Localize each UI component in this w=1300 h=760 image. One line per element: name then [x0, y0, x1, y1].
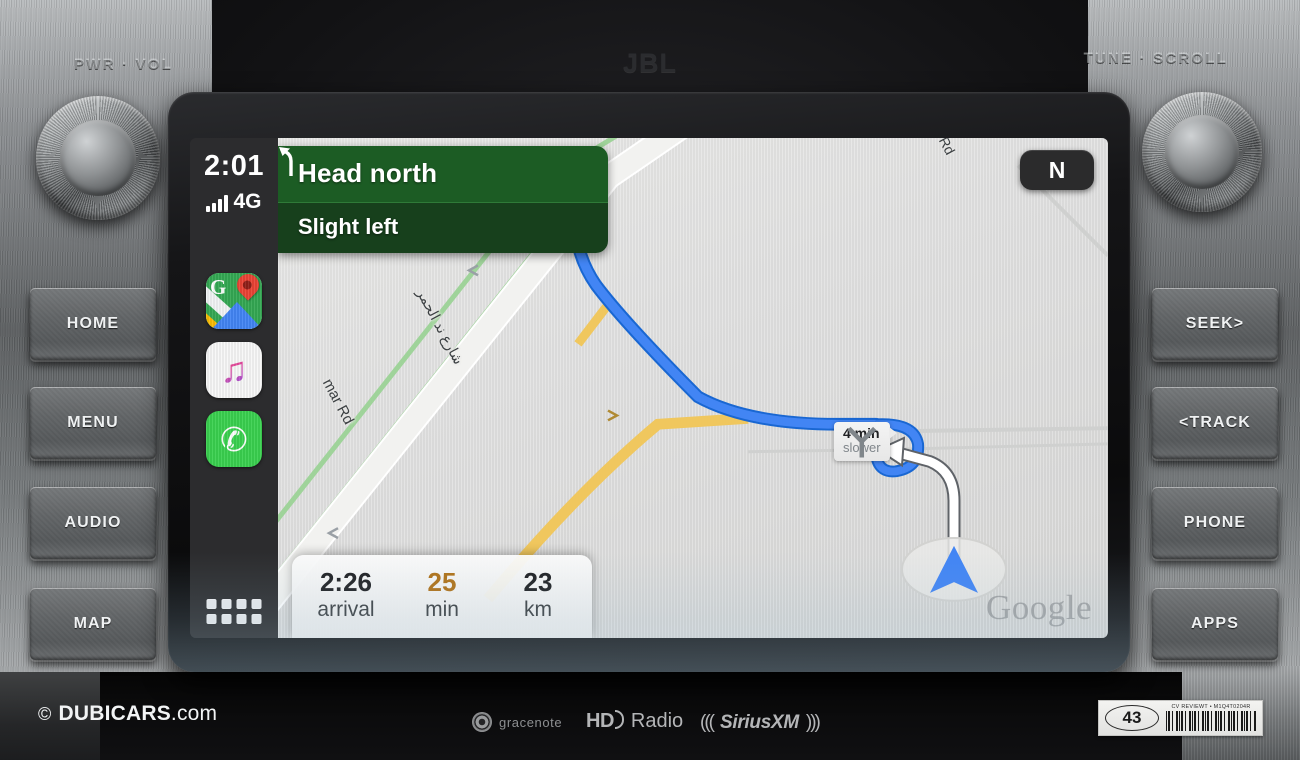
audio-button[interactable]: AUDIO	[30, 487, 156, 559]
dashboard: JBL PWR · VOL TUNE · SCROLL HOME MENU AU…	[0, 0, 1300, 760]
siriusxm-logo: ((( SiriusXM )))	[700, 712, 821, 734]
apple-music-icon[interactable]: ♫	[206, 342, 262, 398]
status-clock: 2:01	[203, 150, 265, 182]
hd-radio-label: Radio	[630, 710, 684, 732]
banner-primary-instruction: Head north	[278, 146, 608, 203]
signal-strength-icon	[206, 195, 229, 212]
eta-distance-cell: 23 km	[490, 566, 586, 622]
eta-arrival-value: 2:26	[319, 566, 373, 597]
sticker-number: 43	[1105, 705, 1159, 731]
network-type-label: 4G	[233, 190, 262, 213]
watermark-tld: .com	[170, 702, 218, 725]
map-button-label: MAP	[73, 615, 113, 632]
eta-distance-value: 23	[523, 566, 553, 597]
siriusxm-label: SiriusXM	[719, 712, 799, 733]
app-grid-button[interactable]	[206, 599, 262, 624]
track-button[interactable]: <TRACK	[1152, 387, 1278, 459]
seek-button[interactable]: SEEK>	[1152, 288, 1278, 360]
gracenote-disc-icon	[472, 712, 492, 732]
carplay-dock: 2:01 4G G ♫ ✆	[190, 138, 278, 638]
phone-button[interactable]: PHONE	[1152, 487, 1278, 559]
gracenote-label: gracenote	[499, 714, 563, 730]
google-maps-icon[interactable]: G	[206, 273, 262, 329]
sticker-barcode	[1166, 711, 1256, 732]
tune-scroll-knob[interactable]	[1142, 92, 1262, 212]
siriusxm-left-waves: (((	[700, 712, 715, 733]
status-bar: 2:01 4G	[190, 138, 278, 212]
track-button-label: <TRACK	[1179, 414, 1251, 431]
maps-pin-marker	[232, 273, 262, 301]
google-attribution: Google	[985, 588, 1092, 627]
dock-app-list: G ♫ ✆	[190, 273, 278, 467]
home-button[interactable]: HOME	[30, 288, 156, 360]
power-volume-knob[interactable]	[36, 96, 160, 220]
maps-yellow-road	[206, 305, 260, 329]
menu-button[interactable]: MENU	[30, 387, 156, 459]
apps-button[interactable]: APPS	[1152, 588, 1278, 660]
eta-arrival-cell: 2:26 arrival	[298, 566, 394, 622]
music-note-glyph: ♫	[220, 349, 248, 390]
handset-glyph: ✆	[220, 420, 248, 458]
eta-duration-cell: 25 min	[394, 566, 490, 622]
alt-route-slower-tag[interactable]: 4 min slower	[834, 422, 897, 461]
carplay-screen[interactable]: 2:01 4G G ♫ ✆ mar Rd شارع ند الحمر Rd He…	[190, 138, 1108, 638]
apps-button-label: APPS	[1191, 615, 1239, 632]
menu-button-label: MENU	[67, 414, 119, 431]
sticker-barcode-wrap: CV REVIEWT • M1Q4T0204R	[1166, 703, 1256, 732]
inspection-sticker: 43 CV REVIEWT • M1Q4T0204R	[1098, 700, 1263, 736]
dubicars-watermark: © DUBICARS.com	[38, 702, 217, 726]
audio-button-label: AUDIO	[64, 514, 122, 531]
banner-secondary-text: Slight left	[298, 214, 399, 239]
power-volume-knob-label: PWR · VOL	[74, 56, 173, 73]
hd-mark: HD	[586, 710, 624, 733]
status-signal-row: 4G	[190, 191, 278, 212]
seek-button-label: SEEK>	[1185, 315, 1245, 332]
phone-button-label: PHONE	[1183, 514, 1247, 531]
eta-card[interactable]: 2:26 arrival 25 min 23 km	[292, 554, 592, 638]
tune-scroll-knob-label: TUNE · SCROLL	[1083, 50, 1228, 67]
alt-route-slower-row: slower	[843, 426, 881, 458]
compass-heading-letter: N	[1048, 156, 1066, 183]
banner-secondary-instruction: Slight left	[278, 147, 608, 253]
map-button[interactable]: MAP	[30, 588, 156, 660]
knob-cap	[1164, 114, 1240, 190]
map-canvas[interactable]: mar Rd شارع ند الحمر Rd Head north Sligh…	[278, 138, 1108, 638]
watermark-copyright: ©	[38, 703, 52, 724]
phone-app-icon[interactable]: ✆	[206, 411, 262, 467]
compass-badge[interactable]: N	[1020, 150, 1094, 190]
maps-g-glyph: G	[210, 275, 227, 299]
maps-blue-water	[209, 302, 262, 329]
hd-radio-logo: HD Radio	[586, 710, 683, 733]
siriusxm-right-waves: )))	[805, 712, 821, 733]
head-unit-bezel: 2:01 4G G ♫ ✆ mar Rd شارع ند الحمر Rd He…	[168, 92, 1130, 672]
maps-white-road	[206, 284, 259, 329]
eta-duration-unit: min	[425, 598, 459, 621]
sticker-code-text: CV REVIEWT • M1Q4T0204R	[1171, 703, 1251, 710]
eta-arrival-unit: arrival	[317, 598, 375, 621]
home-button-label: HOME	[66, 315, 120, 332]
slight-left-arrow-icon	[279, 147, 293, 176]
maps-green-field	[206, 273, 262, 329]
fork-road-icon	[847, 426, 877, 458]
banner-primary-text: Head north	[298, 158, 438, 188]
watermark-brand: DUBICARS	[58, 702, 171, 725]
eta-duration-value: 25	[427, 566, 457, 597]
eta-distance-unit: km	[524, 598, 552, 621]
jbl-brand-badge: JBL	[622, 48, 678, 78]
gracenote-logo: gracenote	[472, 712, 562, 732]
navigation-banner[interactable]: Head north Slight left	[278, 146, 608, 253]
